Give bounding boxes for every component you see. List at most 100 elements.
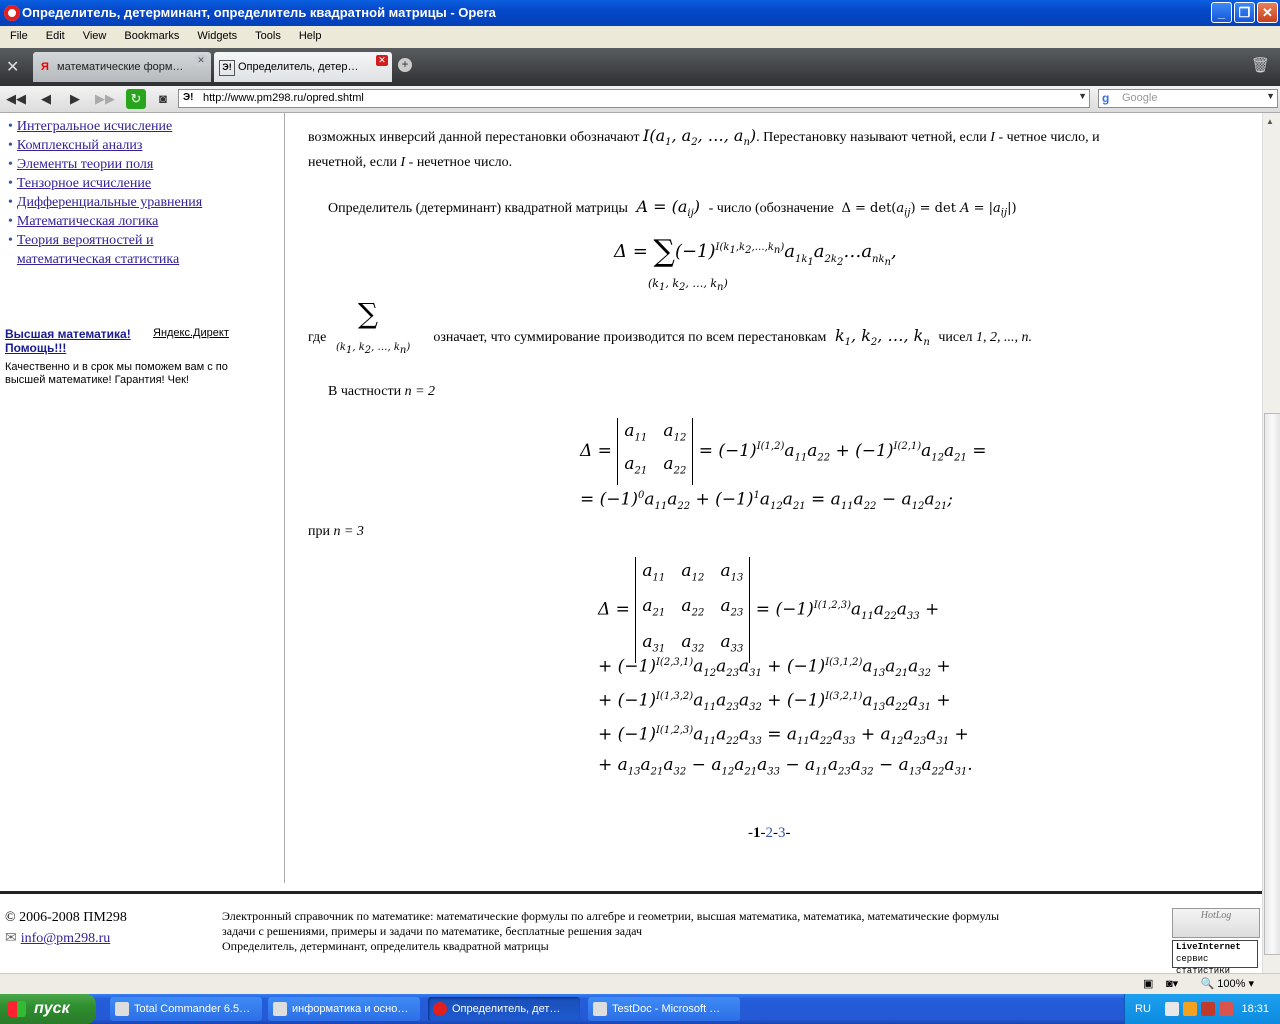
antivirus-icon[interactable]	[1201, 1002, 1215, 1016]
sidebar-link-logic[interactable]: Математическая логика	[17, 214, 158, 229]
menu-view[interactable]: View	[73, 26, 115, 42]
scrollbar-thumb[interactable]	[1264, 413, 1280, 955]
list-item: • Дифференциальные уравнения	[8, 195, 203, 210]
start-button[interactable]: пуск	[0, 994, 96, 1024]
google-icon: g	[1102, 91, 1110, 105]
hotlog-counter[interactable]: HotLog	[1172, 908, 1260, 938]
article-text: где	[308, 330, 327, 345]
camera-icon[interactable]: ◙	[152, 90, 174, 108]
rewind-icon[interactable]: ◀◀	[5, 90, 27, 108]
counter-label: LiveInternet	[1176, 942, 1241, 952]
sidebar-link-diffeq[interactable]: Дифференциальные уравнения	[17, 195, 202, 210]
ad-source-link[interactable]: Яндекс.Директ	[153, 327, 229, 339]
sidebar-link-integral[interactable]: Интегральное исчисление	[17, 119, 172, 134]
list-item: •математическая статистика	[8, 252, 202, 271]
tab-determinant[interactable]: Э! Определитель, детер… ✕	[214, 52, 392, 82]
address-url: http://www.pm298.ru/opred.shtml	[203, 92, 364, 104]
reload-icon[interactable]: ↻	[126, 89, 146, 109]
sidebar-link-complex[interactable]: Комплексный анализ	[17, 138, 143, 153]
taskbar-item-word-doc[interactable]: информатика и осно…	[268, 997, 420, 1021]
camera-icon[interactable]: ◙▾	[1166, 977, 1178, 990]
status-bar: ▣ ◙▾ 🔍 100% ▾	[0, 973, 1280, 995]
article-text: - число (обозначение	[708, 201, 834, 216]
footer-desc-line: Электронный справочник по математике: ма…	[222, 909, 1000, 923]
article-text: 1, 2, ..., n.	[976, 330, 1033, 345]
liveinternet-counter[interactable]: LiveInternet сервис статистики	[1172, 940, 1258, 973]
email-line: ✉ info@pm298.ru	[5, 930, 110, 947]
search-placeholder: Google	[1122, 92, 1158, 104]
page-current: 1	[753, 825, 761, 841]
menu-widgets[interactable]: Widgets	[187, 26, 245, 42]
taskbar-label: Определитель, дет…	[452, 1003, 561, 1015]
footer-description: Электронный справочник по математике: ма…	[222, 909, 1102, 954]
start-label: пуск	[34, 1000, 70, 1017]
taskbar-item-testdoc[interactable]: TestDoc - Microsoft …	[588, 997, 740, 1021]
list-item: • Интегральное исчисление	[8, 119, 173, 134]
tab-label: математические форм…	[57, 61, 184, 73]
menu-tools[interactable]: Tools	[245, 26, 289, 42]
chevron-down-icon[interactable]: ▼	[1266, 91, 1275, 101]
media-icon[interactable]	[1183, 1002, 1197, 1016]
list-item: • Комплексный анализ	[8, 138, 143, 153]
pagination: -1-2-3-	[748, 825, 791, 842]
zoom-level[interactable]: 🔍 100% ▾	[1201, 977, 1254, 990]
panel-icon[interactable]: ▣	[1143, 977, 1153, 990]
menu-help[interactable]: Help	[289, 26, 330, 42]
taskbar-item-opera[interactable]: Определитель, дет…	[428, 997, 580, 1021]
menu-bookmarks[interactable]: Bookmarks	[114, 26, 187, 42]
ad-headline[interactable]: Высшая математика! Помощь!!!	[5, 327, 145, 355]
menu-file[interactable]: File	[0, 26, 36, 42]
tab-bar: ✕ Я математические форм… ✕ Э! Определите…	[0, 48, 1280, 86]
scroll-up-icon[interactable]: ▲	[1266, 117, 1274, 126]
math-formula-2x2: Δ = a11 a12 a21 a22 = (−1)I(1,2)a11a22 + …	[580, 418, 987, 485]
search-input[interactable]: g Google ▼	[1098, 89, 1278, 108]
taskbar: пуск Total Commander 6.5… информатика и …	[0, 994, 1280, 1024]
new-tab-icon[interactable]: +	[398, 58, 412, 72]
vertical-scrollbar[interactable]: ▲	[1262, 113, 1280, 973]
fast-forward-icon[interactable]: ▶▶	[94, 90, 116, 108]
minimize-button[interactable]: _	[1211, 2, 1232, 23]
sidebar-link-probability[interactable]: Теория вероятностей и	[17, 233, 154, 248]
trash-icon[interactable]: 🗑	[1251, 56, 1270, 74]
list-item: • Математическая логика	[8, 214, 159, 229]
math-formula: k1, k2, …, kn	[829, 326, 930, 349]
list-item: • Элементы теории поля	[8, 157, 154, 172]
menu-edit[interactable]: Edit	[36, 26, 73, 42]
tray-icon[interactable]	[1165, 1002, 1179, 1016]
article-text: I	[400, 155, 406, 170]
close-tab-icon[interactable]: ✕	[376, 55, 388, 66]
clock: 18:31	[1241, 1003, 1269, 1015]
page-link-2[interactable]: 2	[766, 825, 774, 841]
opera-logo-icon	[4, 5, 20, 21]
app-icon	[273, 1002, 287, 1016]
article-text: - нечетное число.	[408, 155, 513, 170]
math-formula-3x3: Δ = a11 a12 a13 a21 a22 a23 a31 a32 a33 = …	[598, 557, 939, 664]
sidebar-link-field[interactable]: Элементы теории поля	[17, 157, 153, 172]
language-indicator[interactable]: RU	[1135, 994, 1151, 1024]
address-field[interactable]: Э! http://www.pm298.ru/opred.shtml ▼	[178, 89, 1090, 108]
sidebar-link-statistics[interactable]: математическая статистика	[17, 252, 179, 267]
page-content: • Интегральное исчисление • Комплексный ан…	[0, 113, 1262, 973]
forward-icon[interactable]: ▶	[64, 90, 86, 108]
window-title: Определитель, детерминант, определитель …	[22, 5, 496, 20]
chevron-down-icon[interactable]: ▼	[1078, 91, 1087, 101]
zoom-value: 100%	[1217, 978, 1246, 990]
email-link[interactable]: info@pm298.ru	[21, 931, 111, 946]
close-window-button[interactable]: ✕	[1257, 2, 1278, 23]
article-text: означает, что суммирование производится …	[433, 330, 827, 345]
windows-flag-icon	[8, 1001, 26, 1017]
tab-math-formulas[interactable]: Я математические форм… ✕	[33, 52, 211, 82]
sidebar: • Интегральное исчисление • Комплексный ан…	[0, 113, 285, 883]
taskbar-item-total-commander[interactable]: Total Commander 6.5…	[110, 997, 262, 1021]
opera-icon	[433, 1002, 447, 1016]
sidebar-link-tensor[interactable]: Тензорное исчисление	[17, 176, 151, 191]
tab-label: Определитель, детер…	[238, 61, 359, 73]
close-tab-icon[interactable]: ✕	[195, 55, 207, 66]
kaspersky-icon[interactable]	[1219, 1002, 1233, 1016]
maximize-button[interactable]: ❐	[1234, 2, 1255, 23]
tools-icon[interactable]: ✕	[6, 57, 19, 77]
menu-bar: File Edit View Bookmarks Widgets Tools Help	[0, 26, 1280, 48]
page-link-3[interactable]: 3	[778, 825, 786, 841]
back-icon[interactable]: ◀	[35, 90, 57, 108]
taskbar-label: информатика и осно…	[292, 1003, 409, 1015]
